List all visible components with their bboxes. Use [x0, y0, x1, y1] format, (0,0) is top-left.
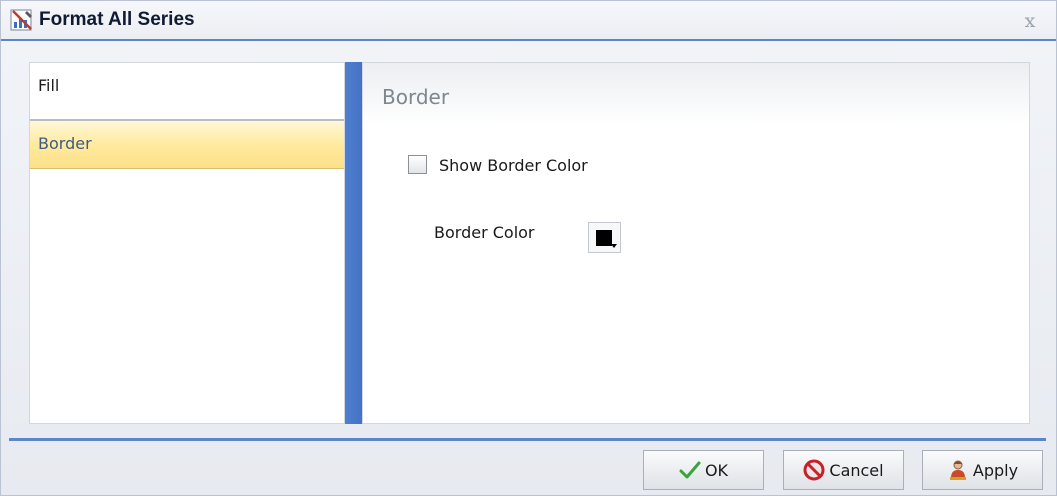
category-list: Fill Border	[29, 62, 345, 424]
title-bar[interactable]: Format All Series x	[1, 1, 1056, 41]
nav-item-border[interactable]: Border	[30, 119, 344, 169]
checkmark-icon	[679, 459, 701, 481]
dialog-title: Format All Series	[39, 9, 195, 30]
dropdown-arrow-icon	[611, 244, 617, 248]
cancel-label: Cancel	[829, 460, 884, 480]
apply-button[interactable]: Apply	[922, 450, 1043, 490]
cancel-button[interactable]: Cancel	[783, 450, 904, 490]
format-series-icon	[10, 8, 34, 32]
ok-label: OK	[704, 460, 729, 480]
border-settings-panel: Border Show Border Color Border Color	[362, 62, 1030, 424]
section-header: Border	[363, 63, 1029, 125]
format-all-series-dialog: Format All Series x Fill Border Border S…	[0, 0, 1057, 496]
panel-splitter[interactable]	[345, 62, 362, 424]
nav-item-fill[interactable]: Fill	[30, 63, 344, 113]
show-border-color-checkbox[interactable]	[408, 155, 427, 174]
ok-button[interactable]: OK	[643, 450, 764, 490]
border-color-picker[interactable]	[588, 222, 621, 253]
border-color-label: Border Color	[434, 223, 535, 242]
nav-item-label: Border	[38, 134, 92, 153]
nav-item-label: Fill	[38, 76, 60, 95]
apply-label: Apply	[972, 460, 1019, 480]
close-icon[interactable]: x	[1018, 9, 1042, 33]
color-swatch	[596, 230, 612, 246]
cancel-icon	[803, 459, 825, 481]
show-border-color-label[interactable]: Show Border Color	[439, 156, 588, 175]
footer-divider	[9, 438, 1046, 441]
section-title: Border	[382, 85, 450, 109]
apply-icon	[947, 459, 969, 481]
